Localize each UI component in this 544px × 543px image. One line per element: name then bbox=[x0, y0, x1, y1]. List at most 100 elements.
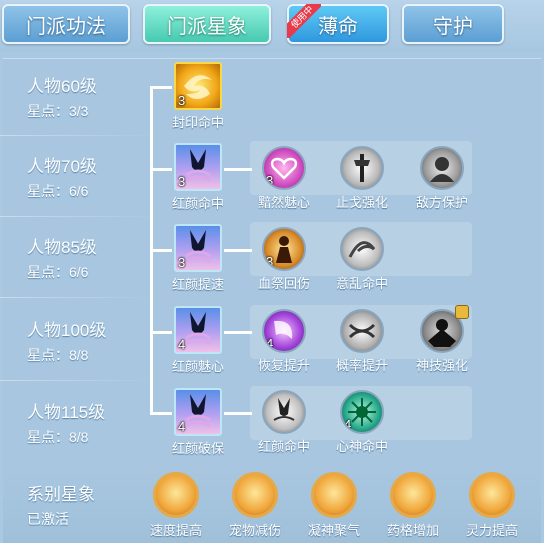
tree-connector bbox=[224, 168, 252, 171]
beauty-skill-icon: 4 bbox=[174, 388, 222, 436]
seal-hit-icon: 3 bbox=[174, 62, 222, 110]
node-label: 红颜提速 bbox=[172, 277, 225, 292]
node-label: 心神命中 bbox=[336, 439, 389, 454]
tab-label: 门派星象 bbox=[167, 15, 247, 38]
node-label: 药格增加 bbox=[386, 523, 439, 538]
in-use-badge: 使用中 bbox=[287, 4, 321, 38]
level-stars: 星点：6/6 bbox=[27, 183, 89, 199]
node-label: 血祭回伤 bbox=[258, 276, 311, 291]
system-star-node[interactable]: 灵力提高 bbox=[462, 472, 522, 539]
node-label: 凝神聚气 bbox=[307, 523, 360, 538]
level-stars: 星点：6/6 bbox=[27, 264, 89, 280]
level-name: 人物100级 bbox=[27, 321, 107, 340]
probability-icon bbox=[340, 309, 384, 353]
star-node[interactable]: 3 血祭回伤 bbox=[258, 227, 310, 292]
node-label: 红颜魅心 bbox=[172, 359, 225, 374]
enemy-protect-icon bbox=[420, 146, 464, 190]
star-node[interactable]: 3 封印命中 bbox=[172, 62, 224, 131]
focus-energy-icon bbox=[311, 472, 357, 518]
level-stars: 星点：3/3 bbox=[27, 103, 89, 119]
node-label: 封印命中 bbox=[172, 115, 225, 130]
star-node[interactable]: 止戈强化 bbox=[336, 146, 388, 211]
tab-sect-skills[interactable]: 门派功法 bbox=[2, 4, 130, 44]
system-star-node[interactable]: 宠物减伤 bbox=[225, 472, 285, 539]
level-name: 人物115级 bbox=[27, 403, 106, 422]
tree-connector bbox=[224, 331, 252, 334]
tab-label: 薄命 bbox=[318, 15, 358, 38]
level-name: 人物70级 bbox=[27, 157, 97, 176]
star-node[interactable]: 4 恢复提升 bbox=[258, 309, 310, 374]
speed-up-icon bbox=[153, 472, 199, 518]
level-stars: 星点：8/8 bbox=[27, 429, 89, 445]
level-name: 人物60级 bbox=[27, 77, 97, 96]
system-star-node[interactable]: 凝神聚气 bbox=[304, 472, 364, 539]
level-label: 人物115级 星点：8/8 bbox=[0, 402, 142, 447]
beauty-skill-icon: 4 bbox=[174, 306, 222, 354]
node-label: 概率提升 bbox=[336, 358, 389, 373]
system-label: 系别星象 已激活 bbox=[0, 484, 142, 529]
recovery-icon: 4 bbox=[262, 309, 306, 353]
beauty-hit-icon bbox=[262, 390, 306, 434]
tab-bar: 门派功法 门派星象 使用中 薄命 守护 bbox=[0, 0, 544, 52]
beauty-skill-icon: 3 bbox=[174, 143, 222, 191]
level-label: 人物70级星点：6/6 bbox=[0, 156, 142, 201]
node-label: 速度提高 bbox=[149, 523, 202, 538]
star-node[interactable]: 神技强化 bbox=[416, 305, 469, 374]
beauty-skill-icon: 3 bbox=[174, 224, 222, 272]
heart-charm-icon: 3 bbox=[262, 146, 306, 190]
tree-connector bbox=[150, 86, 172, 89]
star-node[interactable]: 3 红颜提速 bbox=[172, 224, 224, 293]
level-stars: 星点：8/8 bbox=[27, 347, 89, 363]
star-node[interactable]: 4 红颜破保 bbox=[172, 388, 224, 457]
star-node[interactable]: 3 红颜命中 bbox=[172, 143, 224, 212]
level-label: 人物100级 星点：8/8 bbox=[0, 320, 142, 365]
tree-connector bbox=[224, 412, 252, 415]
level-label: 人物85级星点：6/6 bbox=[0, 237, 142, 282]
spirit-hit-icon: 4 bbox=[340, 390, 384, 434]
star-node[interactable]: 4 心神命中 bbox=[336, 390, 388, 455]
tree-connector bbox=[224, 249, 252, 252]
halberd-icon bbox=[340, 146, 384, 190]
node-label: 灵力提高 bbox=[465, 523, 518, 538]
node-label: 止戈强化 bbox=[336, 195, 389, 210]
level-name: 人物85级 bbox=[27, 238, 97, 257]
divider bbox=[0, 216, 160, 217]
star-node[interactable]: 红颜命中 bbox=[258, 390, 310, 455]
blood-sacrifice-icon: 3 bbox=[262, 227, 306, 271]
lock-icon bbox=[455, 305, 469, 319]
star-node[interactable]: 意乱命中 bbox=[336, 227, 388, 292]
tree-connector bbox=[150, 249, 172, 252]
tab-guard[interactable]: 守护 bbox=[402, 4, 504, 44]
pet-damage-reduce-icon bbox=[232, 472, 278, 518]
star-node[interactable]: 3 黯然魅心 bbox=[258, 146, 310, 211]
node-label: 意乱命中 bbox=[336, 276, 389, 291]
system-title: 系别星象 bbox=[27, 485, 95, 504]
star-node[interactable]: 概率提升 bbox=[336, 309, 388, 374]
tab-label: 守护 bbox=[433, 15, 473, 38]
system-star-node[interactable]: 速度提高 bbox=[146, 472, 206, 539]
tree-connector bbox=[150, 168, 172, 171]
node-label: 红颜命中 bbox=[258, 439, 311, 454]
node-label: 神技强化 bbox=[416, 358, 469, 373]
star-node[interactable]: 4 红颜魅心 bbox=[172, 306, 224, 375]
divider bbox=[0, 135, 160, 136]
system-star-node[interactable]: 药格增加 bbox=[383, 472, 443, 539]
node-label: 恢复提升 bbox=[258, 358, 311, 373]
confusion-icon bbox=[340, 227, 384, 271]
tab-fate[interactable]: 使用中 薄命 bbox=[287, 4, 389, 44]
divider bbox=[0, 297, 160, 298]
node-label: 敌方保护 bbox=[416, 195, 469, 210]
tab-sect-stars[interactable]: 门派星象 bbox=[143, 4, 271, 44]
spell-power-icon bbox=[469, 472, 515, 518]
potion-slot-icon bbox=[390, 472, 436, 518]
node-label: 红颜命中 bbox=[172, 196, 225, 211]
tree-connector bbox=[150, 331, 172, 334]
system-status: 已激活 bbox=[27, 511, 69, 527]
node-label: 宠物减伤 bbox=[228, 523, 281, 538]
divider bbox=[0, 380, 160, 381]
star-node[interactable]: 敌方保护 bbox=[416, 146, 468, 211]
tab-label: 门派功法 bbox=[26, 15, 106, 38]
tree-connector bbox=[150, 412, 172, 415]
node-label: 黯然魅心 bbox=[258, 195, 311, 210]
node-label: 红颜破保 bbox=[172, 441, 225, 456]
